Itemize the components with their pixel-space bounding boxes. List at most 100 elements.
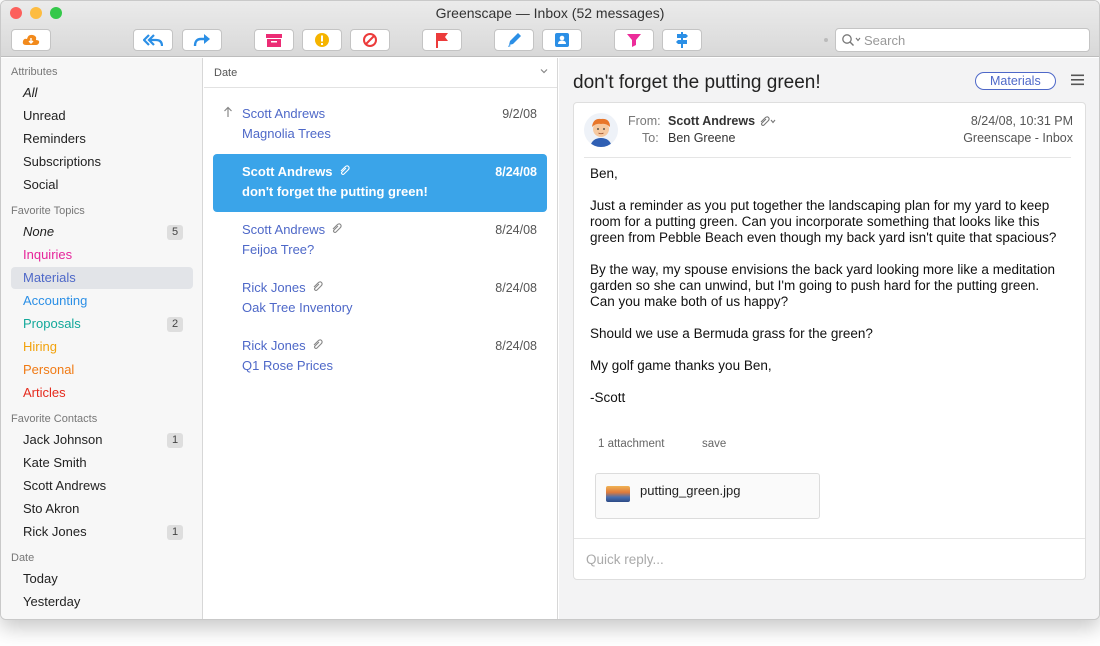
attachment-count: 1 attachment [598, 438, 665, 450]
chevron-down-icon [540, 69, 548, 74]
sidebar-item-label: Kate Smith [23, 455, 87, 470]
sidebar-item-none[interactable]: None 5 [11, 221, 193, 243]
body-line: room for a putting green. Can you incorp… [590, 214, 1040, 229]
message-subject: don't forget the putting green! [573, 72, 821, 93]
sidebar-item-unread[interactable]: Unread [11, 105, 193, 127]
funnel-button[interactable] [614, 29, 654, 51]
reply-all-button[interactable] [133, 29, 173, 51]
block-button[interactable] [350, 29, 390, 51]
sidebar-item-label: All [23, 85, 38, 100]
sidebar-item-scott-andrews[interactable]: Scott Andrews [11, 475, 193, 497]
sort-header[interactable]: Date [204, 58, 557, 88]
sidebar-item-kate-smith[interactable]: Kate Smith [11, 452, 193, 474]
hamburger-menu-icon[interactable] [1071, 74, 1085, 86]
count-badge: 1 [167, 525, 183, 540]
sidebar-item-sto-akron[interactable]: Sto Akron [11, 498, 193, 520]
save-attachment-button[interactable]: save [702, 438, 726, 450]
sidebar-item-label: Reminders [23, 131, 86, 146]
sidebar-item-articles[interactable]: Articles [11, 382, 193, 404]
sidebar-item-label: Jack Johnson [23, 432, 103, 447]
sidebar-item-reminders[interactable]: Reminders [11, 128, 193, 150]
sidebar-item-inquiries[interactable]: Inquiries [11, 244, 193, 266]
quick-reply-divider [574, 538, 1085, 539]
contact-card-icon [554, 32, 570, 48]
message-row[interactable]: Scott Andrews Feijoa Tree? 8/24/08 [213, 212, 547, 270]
sidebar-item-materials[interactable]: Materials [11, 267, 193, 289]
sidebar-item-rick-jones[interactable]: Rick Jones 1 [11, 521, 193, 543]
message-date: 8/24/08 [495, 281, 537, 295]
sidebar-item-label: Hiring [23, 339, 57, 354]
sidebar-item-label: Personal [23, 362, 75, 377]
message-subject-preview: don't forget the putting green! [242, 184, 428, 199]
sidebar-item-label: Scott Andrews [23, 478, 107, 493]
pencil-icon [506, 32, 522, 48]
cloud-download-button[interactable] [11, 29, 51, 51]
message-date: 8/24/08 [495, 339, 537, 353]
sidebar-item-subscriptions[interactable]: Subscriptions [11, 151, 193, 173]
sidebar-item-social[interactable]: Social [11, 174, 193, 196]
sidebar-item-personal[interactable]: Personal [11, 359, 193, 381]
message-subject-preview: Q1 Rose Prices [242, 358, 334, 373]
replied-arrow-icon [223, 106, 233, 121]
body-line: My golf game thanks you Ben, [590, 358, 772, 373]
sidebar-item-label: Proposals [23, 316, 81, 331]
sidebar-item-hiring[interactable]: Hiring [11, 336, 193, 358]
count-badge: 2 [167, 317, 183, 332]
topic-tag[interactable]: Materials [975, 72, 1056, 90]
message-row[interactable]: Scott Andrews don't forget the putting gr… [213, 154, 547, 212]
to-label: To: [642, 131, 659, 145]
mail-window: Greenscape — Inbox (52 messages) Search … [0, 0, 1100, 620]
sidebar: Attributes All Unread Reminders Subscription… [1, 58, 203, 619]
attachment-tile[interactable]: putting_green.jpg [595, 473, 820, 519]
archive-button[interactable] [254, 29, 294, 51]
pencil-button[interactable] [494, 29, 534, 51]
person-avatar-icon [590, 118, 612, 147]
search-field[interactable]: Search [835, 28, 1090, 52]
attachment-clip-icon [760, 116, 776, 127]
sender-name[interactable]: Scott Andrews [668, 114, 755, 128]
sidebar-item-label: Rick Jones [23, 524, 87, 539]
sidebar-item-today[interactable]: Today [11, 568, 193, 590]
sidebar-section-title: Favorite Contacts [11, 413, 98, 425]
sidebar-section-title: Date [11, 552, 35, 564]
message-row[interactable]: Rick Jones Q1 Rose Prices 8/24/08 [213, 328, 547, 386]
message-sender: Rick Jones [242, 338, 306, 353]
mailbox-name: Greenscape - Inbox [963, 131, 1073, 145]
contact-card-button[interactable] [542, 29, 582, 51]
funnel-icon [626, 32, 642, 48]
sidebar-item-label: Subscriptions [23, 154, 102, 169]
message-list: Date Scott Andrews Magnolia Trees 9/2/08 Sc… [204, 58, 558, 619]
search-icon [842, 34, 861, 46]
message-card: From: To: Scott Andrews Ben Greene 8/24/… [573, 102, 1086, 580]
sort-label: Date [214, 67, 238, 79]
warning-button[interactable] [302, 29, 342, 51]
quick-reply-field[interactable]: Quick reply... [586, 552, 664, 567]
search-placeholder: Search [864, 33, 906, 48]
message-row[interactable]: Rick Jones Oak Tree Inventory 8/24/08 [213, 270, 547, 328]
sidebar-section-title: Favorite Topics [11, 205, 85, 217]
body-line: -Scott [590, 390, 626, 405]
body-line: green from Pebble Beach even though my b… [590, 230, 1057, 245]
attachment-clip-icon [312, 280, 324, 295]
sidebar-item-label: Yesterday [23, 594, 81, 609]
sidebar-item-yesterday[interactable]: Yesterday [11, 591, 193, 613]
message-sender: Scott Andrews [242, 222, 326, 237]
sidebar-item-all[interactable]: All [11, 82, 193, 104]
sidebar-item-jack-johnson[interactable]: Jack Johnson 1 [11, 429, 193, 451]
count-badge: 1 [167, 433, 183, 448]
signpost-button[interactable] [662, 29, 702, 51]
titlebar: Greenscape — Inbox (52 messages) Search [1, 1, 1099, 57]
recipient-name[interactable]: Ben Greene [668, 131, 735, 145]
image-thumbnail-icon [606, 486, 630, 502]
body-line: By the way, my spouse envisions the back… [590, 262, 1055, 277]
message-row[interactable]: Scott Andrews Magnolia Trees 9/2/08 [213, 96, 547, 154]
attachment-clip-icon [331, 222, 343, 237]
reply-all-icon [143, 33, 163, 47]
header-divider [584, 157, 1071, 158]
flag-button[interactable] [422, 29, 462, 51]
message-date: 9/2/08 [502, 107, 537, 121]
sidebar-item-proposals[interactable]: Proposals 2 [11, 313, 193, 335]
sidebar-item-label: Accounting [23, 293, 88, 308]
sidebar-item-accounting[interactable]: Accounting [11, 290, 193, 312]
forward-button[interactable] [182, 29, 222, 51]
